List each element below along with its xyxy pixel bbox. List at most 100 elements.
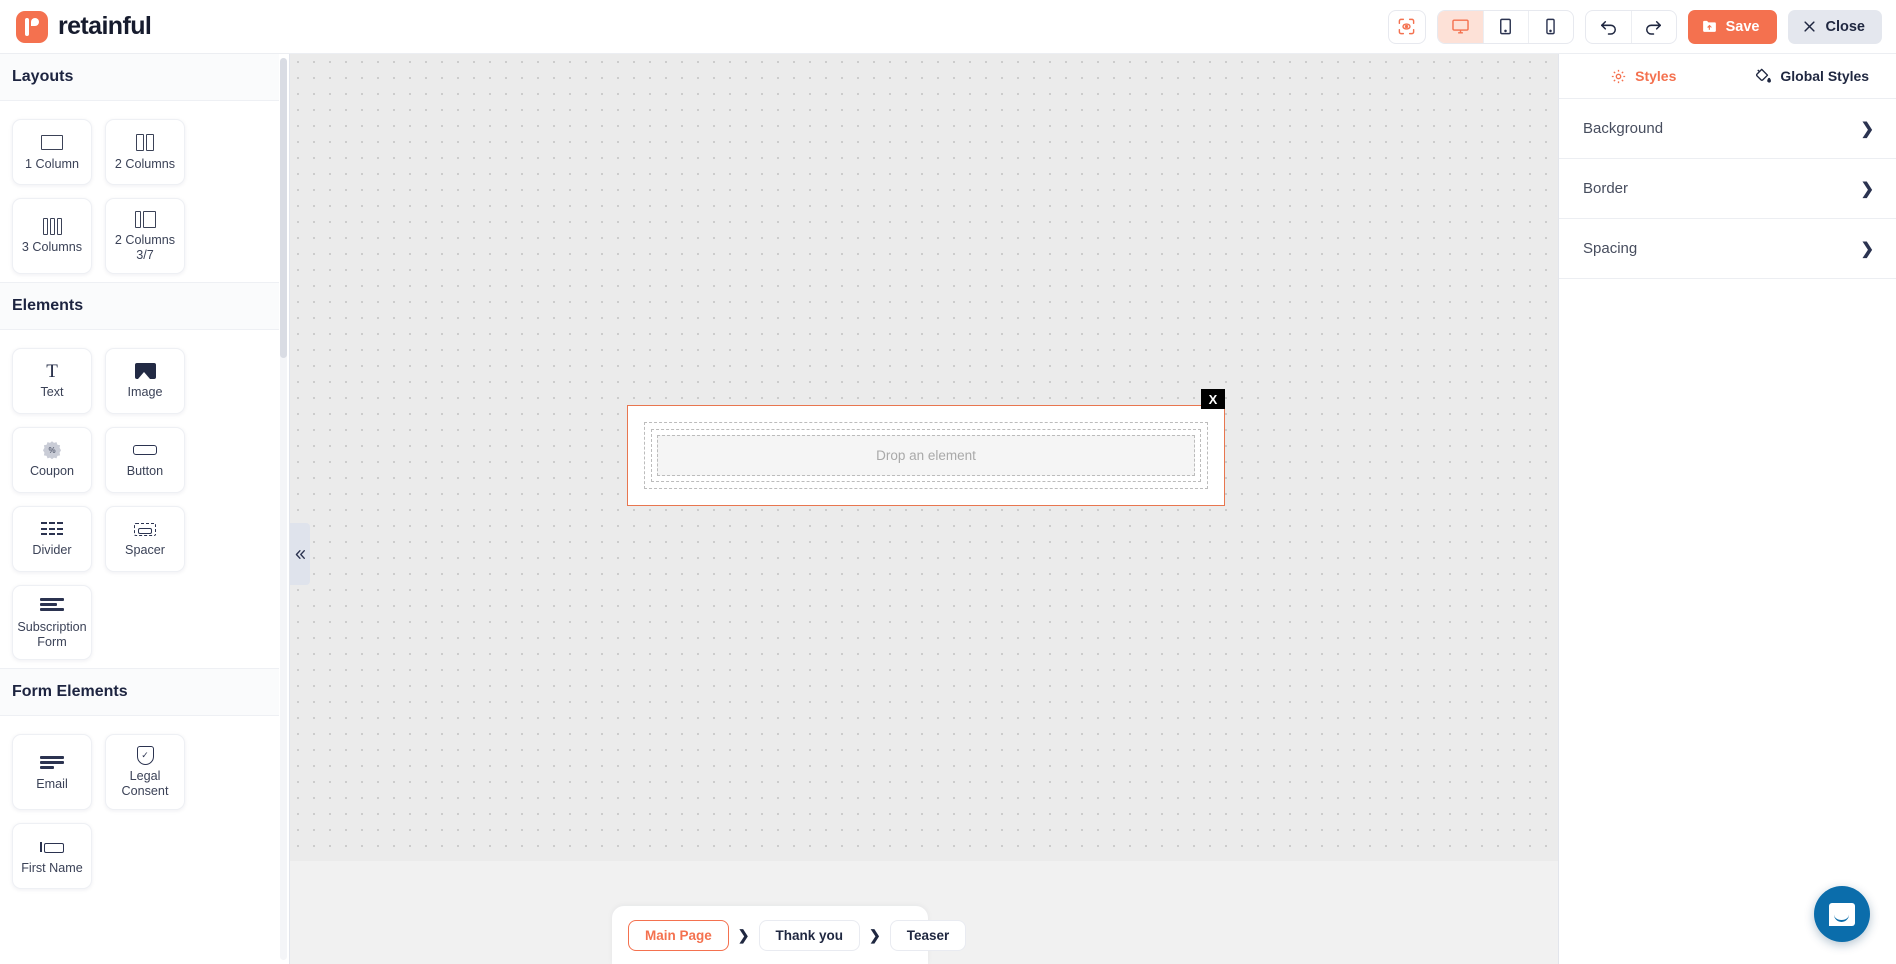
undo-button[interactable] [1586, 11, 1631, 43]
chat-launcher-button[interactable] [1814, 886, 1870, 942]
card-label: 1 Column [25, 156, 79, 171]
save-label: Save [1725, 18, 1760, 35]
sidebar-item-first-name[interactable]: First Name [12, 823, 92, 890]
drop-zone-inner[interactable]: Drop an element [657, 435, 1195, 476]
close-x-icon [1803, 21, 1815, 32]
styles-row-background[interactable]: Background ❯ [1559, 99, 1896, 159]
tab-global-styles-label: Global Styles [1780, 68, 1870, 84]
sidebar-item-coupon[interactable]: % Coupon [12, 426, 92, 493]
sidebar-item-image[interactable]: Image [105, 347, 185, 414]
page-tab-thank-you[interactable]: Thank you [758, 919, 861, 951]
page-tab-separator: ❯ [869, 926, 881, 943]
sidebar-item-email[interactable]: Email [12, 734, 92, 811]
drop-zone-outer[interactable]: Drop an element [644, 422, 1208, 489]
card-label: First Name [21, 860, 83, 875]
two-columns-3-7-icon [134, 209, 156, 229]
tab-styles[interactable]: Styles [1559, 54, 1728, 98]
tab-styles-label: Styles [1635, 68, 1677, 84]
text-icon: T [46, 360, 58, 382]
sidebar-scroll-area: Layouts 1 Column 2 Columns 3 Columns 2 C… [0, 54, 279, 964]
styles-row-border[interactable]: Border ❯ [1559, 159, 1896, 219]
card-label: Spacer [125, 543, 165, 558]
styles-tabs: Styles Global Styles [1559, 54, 1896, 99]
toolbar-actions: Save Close [1387, 9, 1882, 44]
sidebar-item-legal-consent[interactable]: ✓ Legal Consent [105, 734, 185, 811]
history-group [1584, 9, 1677, 44]
device-tablet-button[interactable] [1482, 10, 1528, 43]
sidebar-item-2-columns[interactable]: 2 Columns [105, 119, 185, 185]
mobile-icon [1546, 18, 1555, 35]
sidebar-collapse-handle[interactable] [290, 523, 310, 585]
card-label: Image [127, 385, 163, 400]
chat-bubble-icon [1829, 902, 1855, 926]
divider-icon [41, 519, 63, 539]
section-header-layouts: Layouts [0, 54, 279, 101]
card-label: Subscription Form [17, 619, 87, 649]
page-tab-main-page[interactable]: Main Page [628, 919, 729, 951]
form-elements-grid: Email ✓ Legal Consent First Name [0, 716, 279, 897]
preview-button[interactable] [1387, 9, 1426, 44]
subscription-form-icon [40, 596, 64, 616]
sidebar-item-3-columns[interactable]: 3 Columns [12, 198, 92, 274]
chevron-right-icon: ❯ [1860, 240, 1874, 258]
close-label: Close [1825, 18, 1866, 35]
right-styles-panel: Styles Global Styles Background ❯ Border… [1558, 54, 1896, 964]
desktop-icon [1451, 19, 1469, 34]
sidebar-scrollbar[interactable] [280, 58, 287, 960]
chevron-right-icon: ❯ [1860, 180, 1874, 198]
undo-arrow-icon [1600, 20, 1616, 35]
spacer-icon [134, 519, 156, 539]
sidebar-item-button[interactable]: Button [105, 426, 185, 493]
card-label: Legal Consent [121, 769, 169, 799]
image-icon [134, 361, 156, 381]
brand: retainful [16, 10, 152, 43]
card-label: Email [36, 776, 68, 791]
layouts-grid: 1 Column 2 Columns 3 Columns 2 Columns 3… [0, 101, 279, 282]
sidebar-item-divider[interactable]: Divider [12, 505, 92, 572]
eye-scan-icon [1398, 18, 1415, 35]
sidebar-item-spacer[interactable]: Spacer [105, 505, 185, 572]
card-label: Coupon [29, 464, 75, 479]
redo-button[interactable] [1630, 10, 1676, 43]
page-tabs-bar: Main Page ❯ Thank you ❯ Teaser [612, 906, 967, 964]
left-sidebar: Layouts 1 Column 2 Columns 3 Columns 2 C… [0, 54, 290, 964]
sidebar-item-subscription-form[interactable]: Subscription Form [12, 584, 92, 661]
card-label: 3 Columns [21, 240, 83, 255]
sidebar-item-1-column[interactable]: 1 Column [12, 119, 92, 185]
close-button[interactable]: Close [1787, 9, 1882, 44]
device-switcher [1436, 9, 1574, 44]
styles-row-spacing[interactable]: Spacing ❯ [1559, 219, 1896, 279]
card-label: Text [40, 385, 64, 400]
chevron-right-icon: ❯ [1860, 120, 1874, 138]
save-button[interactable]: Save [1687, 9, 1777, 44]
email-canvas[interactable]: X Drop an element Main Page ❯ Thank you … [290, 54, 1558, 964]
chevron-double-left-icon [295, 549, 305, 559]
card-label: Button [126, 464, 164, 479]
sidebar-item-text[interactable]: T Text [12, 347, 92, 414]
brand-name: retainful [58, 12, 152, 40]
folder-upload-icon [1702, 20, 1716, 32]
delete-block-button[interactable]: X [1201, 389, 1225, 409]
styles-row-label: Spacing [1583, 240, 1638, 257]
one-column-icon [41, 133, 63, 153]
redo-arrow-icon [1646, 20, 1662, 35]
elements-grid: T Text Image % Coupon Button Divider Spa… [0, 330, 279, 669]
three-columns-icon [42, 216, 62, 236]
tablet-icon [1500, 18, 1512, 35]
sidebar-item-2-columns-3-7[interactable]: 2 Columns 3/7 [105, 198, 185, 274]
section-header-elements: Elements [0, 281, 279, 330]
coupon-icon: % [43, 440, 61, 460]
page-tab-separator: ❯ [737, 926, 750, 943]
page-tab-teaser[interactable]: Teaser [889, 919, 967, 951]
gear-icon [1611, 69, 1626, 83]
drop-zone-middle[interactable]: Drop an element [651, 429, 1201, 482]
two-columns-icon [136, 133, 154, 153]
email-field-icon [40, 753, 64, 773]
sidebar-scrollbar-thumb[interactable] [280, 58, 287, 358]
retainful-logo-icon [16, 10, 48, 43]
device-mobile-button[interactable] [1527, 10, 1573, 43]
first-name-field-icon [40, 837, 64, 857]
selected-block[interactable]: X Drop an element [627, 389, 1225, 506]
device-desktop-button[interactable] [1437, 10, 1483, 43]
tab-global-styles[interactable]: Global Styles [1728, 54, 1896, 98]
